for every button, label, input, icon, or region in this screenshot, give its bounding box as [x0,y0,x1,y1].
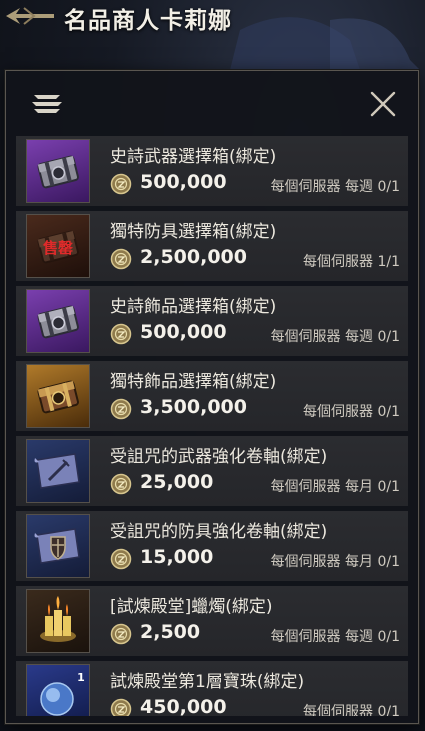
purchase-limit: 每個伺服器 0/1 [303,704,400,716]
item-price: 3,500,000 [140,396,247,418]
list-item[interactable]: 史詩武器選擇箱(綁定) 500,000 每個伺服器 每週 0/1 [16,136,408,206]
item-price: 2,500 [140,621,201,643]
gold-coin-icon [110,623,132,645]
purchase-limit: 每個伺服器 每月 0/1 [270,554,400,570]
shop-panel: 史詩武器選擇箱(綁定) 500,000 每個伺服器 每週 0/1 售罄 獨特防具… [5,70,419,724]
gold-coin-icon [110,698,132,716]
purchase-limit: 每個伺服器 每週 0/1 [270,179,400,195]
purchase-limit: 每個伺服器 每週 0/1 [270,329,400,345]
purchase-limit: 每個伺服器 0/1 [303,404,400,420]
item-price: 450,000 [140,696,227,716]
unique-accessory-chest-icon [26,364,90,428]
menu-icon[interactable] [28,89,66,117]
unique-armor-chest-icon: 售罄 [26,214,90,278]
gold-coin-icon [110,173,132,195]
cursed-weapon-scroll-icon [26,439,90,503]
trial-orb-icon: 1 [26,664,90,716]
list-item[interactable]: 1 試煉殿堂第1層寶珠(綁定) 450,000 每個伺服器 0/1 [16,661,408,716]
svg-text:1: 1 [77,671,85,684]
item-list[interactable]: 史詩武器選擇箱(綁定) 500,000 每個伺服器 每週 0/1 售罄 獨特防具… [16,136,408,716]
gold-coin-icon [110,473,132,495]
trial-candle-icon [26,589,90,653]
item-name: 獨特防具選擇箱(綁定) [110,222,277,242]
purchase-limit: 每個伺服器 1/1 [303,254,400,270]
item-price: 500,000 [140,321,227,343]
list-item[interactable]: 受詛咒的防具強化卷軸(綁定) 15,000 每個伺服器 每月 0/1 [16,511,408,581]
gold-coin-icon [110,323,132,345]
list-item[interactable]: 獨特飾品選擇箱(綁定) 3,500,000 每個伺服器 0/1 [16,361,408,431]
gold-coin-icon [110,248,132,270]
item-name: 試煉殿堂第1層寶珠(綁定) [110,672,305,692]
item-name: 史詩飾品選擇箱(綁定) [110,297,277,317]
gold-coin-icon [110,548,132,570]
item-name: [試煉殿堂]蠟燭(綁定) [110,597,273,617]
page-title: 名品商人卡莉娜 [64,8,232,34]
panel-header [6,71,418,133]
item-name: 獨特飾品選擇箱(綁定) [110,372,277,392]
purchase-limit: 每個伺服器 每月 0/1 [270,479,400,495]
gold-coin-icon [110,398,132,420]
item-price: 25,000 [140,471,214,493]
item-name: 受詛咒的武器強化卷軸(綁定) [110,447,328,467]
close-icon[interactable] [366,87,400,121]
item-price: 500,000 [140,171,227,193]
item-name: 史詩武器選擇箱(綁定) [110,147,277,167]
list-item[interactable]: 售罄 獨特防具選擇箱(綁定) 2,500,000 每個伺服器 1/1 [16,211,408,281]
back-arrow-icon[interactable] [4,4,56,28]
list-item[interactable]: 史詩飾品選擇箱(綁定) 500,000 每個伺服器 每週 0/1 [16,286,408,356]
epic-weapon-chest-icon [26,139,90,203]
item-price: 15,000 [140,546,214,568]
list-item[interactable]: [試煉殿堂]蠟燭(綁定) 2,500 每個伺服器 每週 0/1 [16,586,408,656]
epic-accessory-chest-icon [26,289,90,353]
title-bar: 名品商人卡莉娜 [0,0,425,34]
item-name: 受詛咒的防具強化卷軸(綁定) [110,522,328,542]
sold-out-label: 售罄 [43,239,73,257]
list-item[interactable]: 受詛咒的武器強化卷軸(綁定) 25,000 每個伺服器 每月 0/1 [16,436,408,506]
cursed-armor-scroll-icon [26,514,90,578]
purchase-limit: 每個伺服器 每週 0/1 [270,629,400,645]
item-price: 2,500,000 [140,246,247,268]
